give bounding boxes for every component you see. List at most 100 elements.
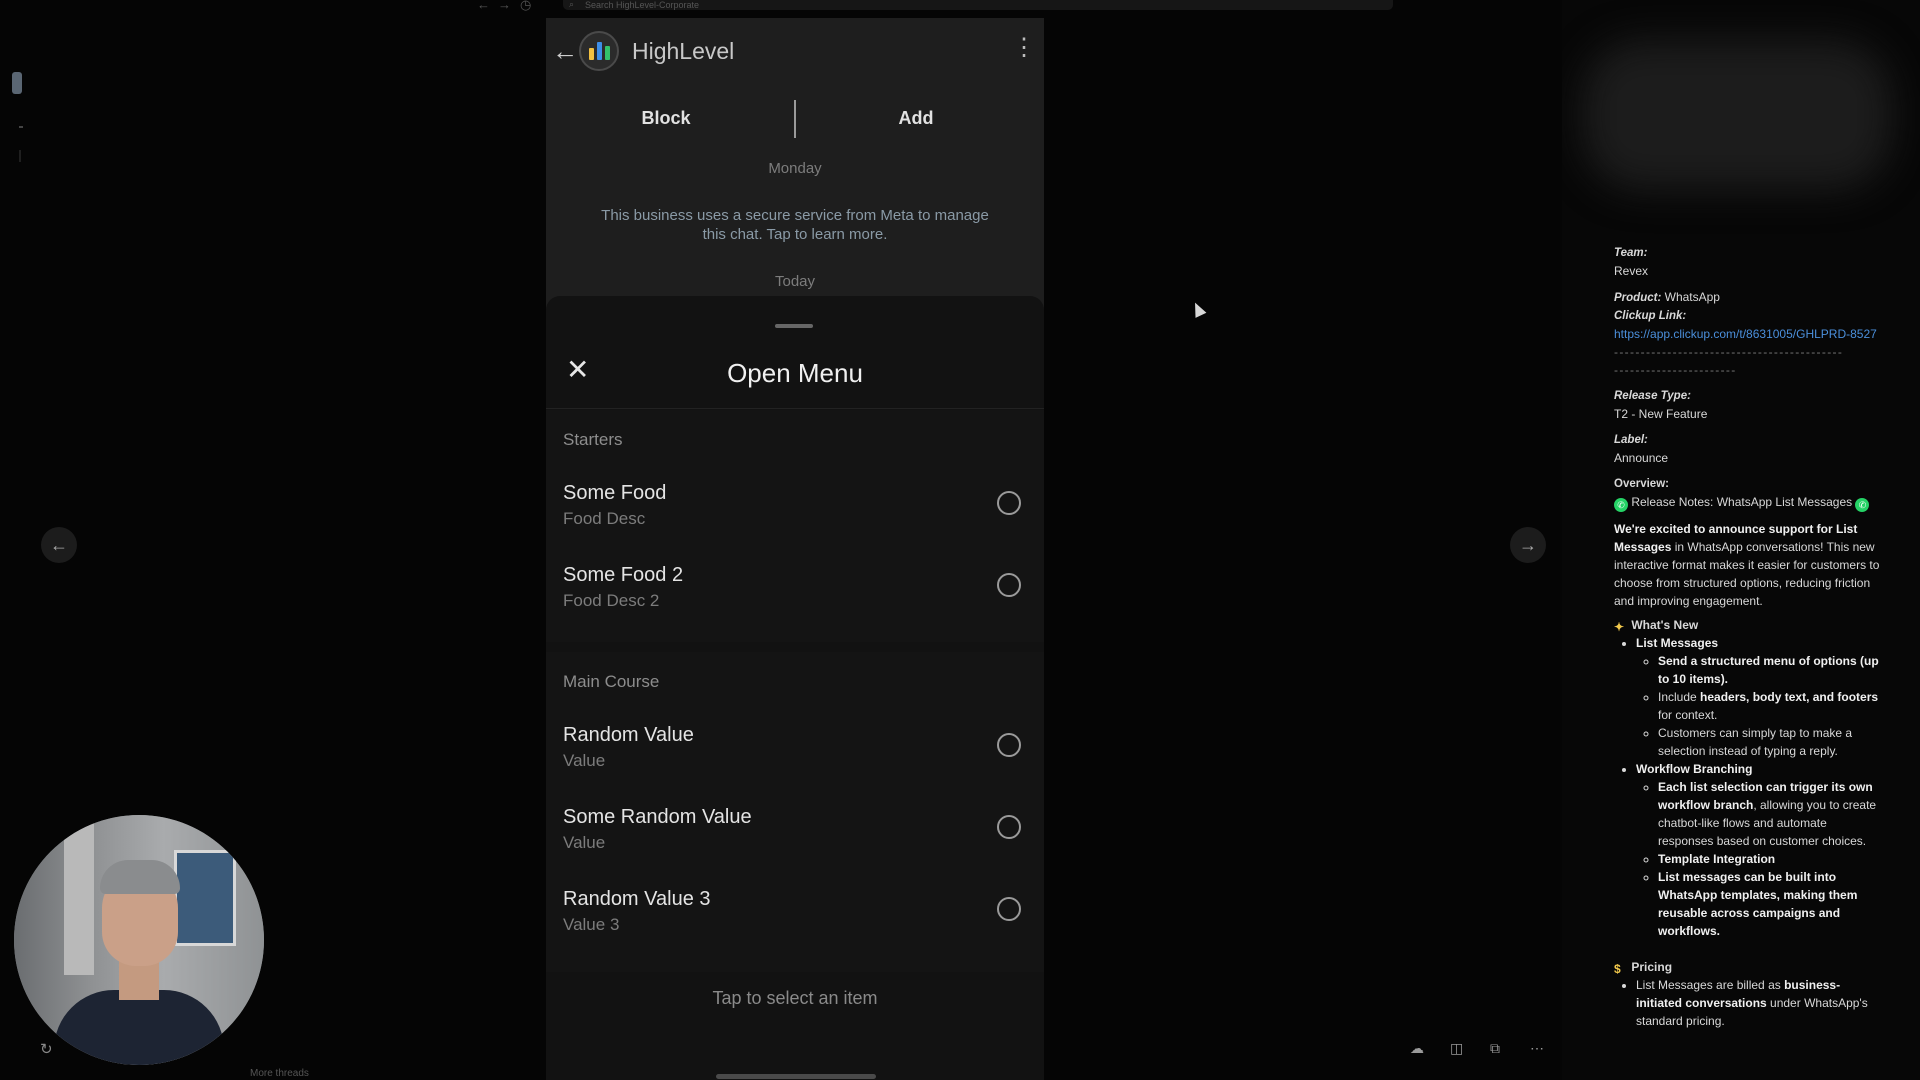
item-name: Random Value 3 (563, 888, 711, 910)
whats-new-heading: What's New (1631, 618, 1699, 632)
divider (19, 126, 23, 128)
webcam-presenter-hair (100, 860, 180, 894)
tap-hint: Tap to select an item (712, 988, 878, 1008)
arrow-left-icon: ← (50, 534, 68, 555)
list-item[interactable]: Some Random Value Value (546, 800, 1044, 882)
item-name: Some Food (563, 482, 667, 504)
chat-title: HighLevel (632, 38, 735, 64)
item-desc: Value (563, 833, 606, 852)
product-value: WhatsApp (1664, 290, 1720, 304)
chat-header: ← HighLevel ⋮ (546, 18, 1044, 88)
release-notes: Team: Revex Product: WhatsApp Clickup Li… (1614, 244, 1884, 1030)
phone-screen: ← HighLevel ⋮ Block Add Monday This busi… (546, 18, 1044, 1080)
sidebar-tab[interactable] (12, 72, 22, 94)
block-button[interactable]: Block (566, 96, 766, 140)
divider (19, 150, 21, 162)
next-slide-button[interactable]: → (1510, 527, 1546, 563)
contact-actions: Block Add (546, 96, 1044, 140)
drag-handle[interactable] (775, 324, 813, 328)
add-button[interactable]: Add (816, 96, 1016, 140)
more-threads-link[interactable]: More threads (250, 1068, 309, 1079)
date-label: Monday (768, 160, 822, 177)
workflow-point: Template Integration (1658, 852, 1776, 866)
radio-button[interactable] (997, 491, 1021, 515)
cloud-icon[interactable]: ☁ (1410, 1040, 1424, 1057)
radio-button[interactable] (997, 897, 1021, 921)
history-icon[interactable]: ◷ (520, 0, 531, 13)
list-item[interactable]: Random Value 3 Value 3 (546, 882, 1044, 964)
back-arrow-icon[interactable]: ← (552, 36, 578, 67)
workflow-point: List messages can be built into WhatsApp… (1658, 870, 1858, 938)
pricing-heading: Pricing (1631, 960, 1673, 974)
copy-icon[interactable]: ⧉ (1490, 1040, 1500, 1057)
list-item[interactable]: Some Food 2 Food Desc 2 (546, 558, 1044, 640)
section-main-course: Main Course Random Value Value Some Rand… (546, 652, 1044, 972)
item-name: Some Food 2 (563, 564, 684, 586)
radio-button[interactable] (997, 573, 1021, 597)
release-type-value: T2 - New Feature (1614, 407, 1708, 421)
item-desc: Value (563, 751, 606, 770)
team-value: Revex (1614, 264, 1649, 278)
pricing-list: List Messages are billed as business-ini… (1614, 976, 1884, 1030)
list-menu-sheet: ✕ Open Menu Starters Some Food Food Desc… (546, 296, 1044, 1080)
webcam-door (64, 815, 94, 975)
sheet-title: Open Menu (727, 358, 863, 388)
item-name: Some Random Value (563, 806, 752, 828)
webcam-presenter-shirt (54, 990, 224, 1065)
list-messages-point: Send a structured menu of options (up to… (1658, 654, 1879, 686)
date-label: Today (774, 273, 816, 290)
radio-button[interactable] (997, 733, 1021, 757)
divider (794, 100, 796, 138)
search-icon: ⌕ (569, 0, 575, 9)
browser-top-strip: ← → ◷ ⌕ Search HighLevel-Corporate (420, 0, 1400, 14)
pricing-point: List Messages are billed as (1636, 978, 1785, 992)
label-label: Label: (1614, 434, 1648, 446)
item-desc: Food Desc 2 (563, 591, 660, 610)
bottom-toolbar: ☁ ◫ ⧉ ⋯ (1410, 1040, 1560, 1062)
whatsapp-icon: ✆ (1855, 498, 1870, 512)
sparkle-icon: ✦ (1614, 620, 1625, 634)
search-input[interactable]: ⌕ Search HighLevel-Corporate (563, 0, 1393, 10)
mouse-cursor (1189, 300, 1207, 318)
whatsapp-icon: ✆ (1614, 498, 1628, 512)
radio-button[interactable] (997, 815, 1021, 839)
intro-paragraph: We're excited to announce support for Li… (1614, 520, 1884, 610)
blurred-header (1582, 40, 1892, 190)
more-vertical-icon[interactable]: ⋮ (1012, 36, 1036, 60)
release-title: Release Notes: WhatsApp List Messages (1631, 495, 1853, 509)
more-horizontal-icon[interactable]: ⋯ (1530, 1040, 1544, 1057)
webcam-overlay (14, 815, 264, 1065)
list-messages-point-rest: for context. (1658, 708, 1718, 722)
divider: - - - - - - - - - - - - - - - - - - - - … (1614, 345, 1842, 359)
arrow-right-icon: → (1519, 534, 1537, 555)
list-messages-heading: List Messages (1636, 636, 1719, 650)
section-title: Starters (563, 430, 623, 449)
highlevel-logo (579, 31, 619, 71)
list-messages-point: Include (1658, 690, 1701, 704)
clickup-link[interactable]: https://app.clickup.com/t/8631005/GHLPRD… (1614, 327, 1877, 341)
workflow-branching-heading: Workflow Branching (1636, 762, 1753, 776)
release-notes-panel: Team: Revex Product: WhatsApp Clickup Li… (1562, 0, 1920, 1080)
whats-new-list: List Messages Send a structured menu of … (1614, 634, 1884, 940)
home-indicator (716, 1074, 876, 1079)
team-label: Team: (1614, 247, 1648, 259)
list-item[interactable]: Random Value Value (546, 718, 1044, 800)
item-desc: Food Desc (563, 509, 646, 528)
back-arrow-icon[interactable]: ← (477, 0, 490, 12)
product-label: Product: (1614, 292, 1662, 304)
item-desc: Value 3 (563, 915, 620, 934)
list-item[interactable]: Some Food Food Desc (546, 476, 1044, 558)
divider: - - - - - - - - - - - - - - - - - - - - … (1614, 363, 1735, 377)
panel-icon[interactable]: ◫ (1450, 1040, 1463, 1057)
section-title: Main Course (563, 672, 660, 691)
forward-arrow-icon[interactable]: → (498, 0, 511, 12)
webcam-painting (174, 850, 236, 946)
meta-notice[interactable]: This business uses a secure service from… (596, 206, 994, 244)
release-type-label: Release Type: (1614, 390, 1691, 402)
prev-slide-button[interactable]: ← (41, 527, 77, 563)
list-messages-point: Customers can simply tap to make a selec… (1658, 726, 1853, 758)
list-messages-point-bold: headers, body text, and footers (1700, 690, 1879, 704)
overview-label: Overview: (1614, 478, 1669, 490)
section-starters: Starters Some Food Food Desc Some Food 2… (546, 410, 1044, 642)
label-value: Announce (1614, 451, 1669, 465)
